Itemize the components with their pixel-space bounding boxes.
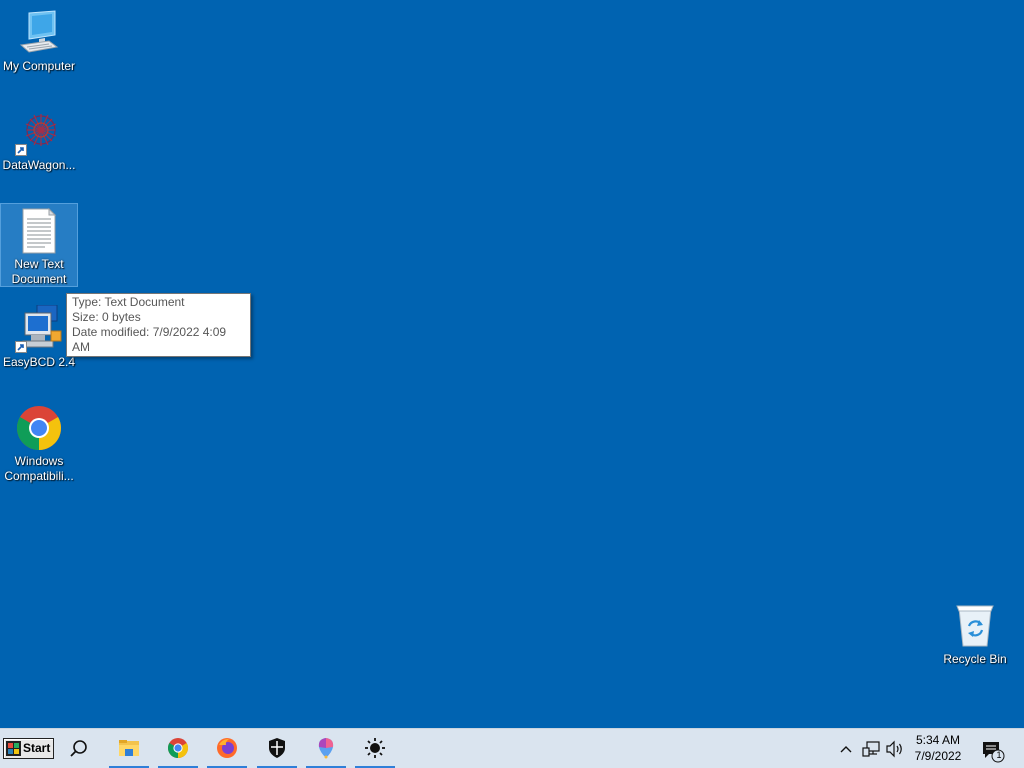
tooltip-size: Size: 0 bytes	[72, 310, 141, 324]
action-center-notification-icon[interactable]: 1	[980, 739, 1006, 763]
desktop-icon-new-text-document[interactable]: New Text Document	[0, 203, 78, 287]
desktop-icon-label: My Computer	[2, 59, 76, 73]
desktop-icon-recycle-bin[interactable]: Recycle Bin	[937, 602, 1013, 667]
taskbar-app-chrome[interactable]	[158, 729, 198, 768]
desktop-icon-my-computer[interactable]: My Computer	[1, 9, 77, 74]
search-icon[interactable]	[68, 738, 90, 760]
volume-icon[interactable]	[885, 740, 905, 758]
easybcd-icon	[15, 304, 63, 353]
recycle-bin-icon	[951, 602, 999, 650]
firefox-icon	[216, 737, 238, 759]
file-info-tooltip: Type: Text Document Size: 0 bytes Date m…	[66, 293, 251, 357]
taskbar: Start 5:34 AM 7/9/2022 1	[0, 728, 1024, 768]
text-document-icon	[15, 207, 63, 255]
show-hidden-icons-chevron-icon[interactable]	[838, 741, 854, 757]
brightness-icon	[364, 737, 386, 759]
taskbar-app-paint[interactable]	[306, 729, 346, 768]
clock[interactable]: 5:34 AM 7/9/2022	[908, 732, 968, 764]
clock-time: 5:34 AM	[915, 733, 961, 747]
shortcut-arrow-icon	[15, 341, 27, 353]
desktop: My Computer DataWagon... New Text Docume…	[0, 0, 1024, 728]
security-shield-icon	[266, 737, 288, 759]
start-logo-icon	[6, 741, 21, 756]
chrome-icon	[167, 737, 189, 759]
desktop-icon-label: New Text Document	[11, 257, 67, 286]
network-icon[interactable]	[862, 740, 880, 758]
paint-icon	[315, 737, 337, 759]
taskbar-app-security[interactable]	[257, 729, 297, 768]
computer-icon	[15, 9, 63, 57]
desktop-icon-windows-compatibility[interactable]: Windows Compatibili...	[1, 404, 77, 484]
desktop-icon-label: DataWagon...	[2, 158, 76, 172]
chrome-icon	[15, 404, 63, 452]
desktop-icon-label: Recycle Bin	[943, 652, 1007, 666]
shortcut-arrow-icon	[15, 144, 27, 156]
file-explorer-icon	[118, 737, 140, 759]
start-label: Start	[23, 741, 51, 755]
desktop-icon-label: EasyBCD 2.4	[2, 355, 76, 369]
clock-date: 7/9/2022	[914, 749, 962, 763]
start-button[interactable]: Start	[3, 738, 54, 759]
taskbar-app-file-explorer[interactable]	[109, 729, 149, 768]
taskbar-app-brightness[interactable]	[355, 729, 395, 768]
datawagon-icon	[15, 108, 63, 156]
desktop-icon-datawagon[interactable]: DataWagon...	[1, 108, 77, 173]
tooltip-type: Type: Text Document	[72, 295, 185, 309]
taskbar-app-firefox[interactable]	[207, 729, 247, 768]
tooltip-date-modified: Date modified: 7/9/2022 4:09 AM	[72, 325, 227, 354]
notification-count: 1	[996, 750, 1002, 760]
desktop-icon-label: Windows Compatibili...	[4, 454, 74, 483]
